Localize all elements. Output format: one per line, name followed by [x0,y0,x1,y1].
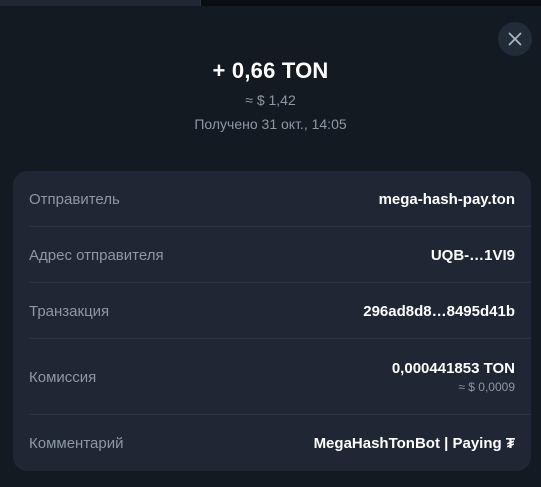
transaction-details-modal: + 0,66 TON ≈ $ 1,42 Получено 31 окт., 14… [0,0,541,487]
comment-row: Комментарий MegaHashTonBot | Paying ₮ [13,415,531,471]
sender-row[interactable]: Отправитель mega-hash-pay.ton [13,171,531,227]
fee-values: 0,000441853 TON ≈ $ 0,0009 [392,360,515,394]
close-icon [508,32,522,46]
fee-row: Комиссия 0,000441853 TON ≈ $ 0,0009 [13,339,531,415]
sender-address-label: Адрес отправителя [29,246,164,264]
transaction-received-date: Получено 31 окт., 14:05 [194,116,347,132]
details-card: Отправитель mega-hash-pay.ton Адрес отпр… [13,171,531,471]
transaction-amount: + 0,66 TON [212,58,329,83]
backdrop-segment [0,0,201,6]
transaction-hash-label: Транзакция [29,302,110,320]
top-backdrop-strip [0,0,541,6]
sender-value[interactable]: mega-hash-pay.ton [379,191,515,208]
transaction-fiat-value: ≈ $ 1,42 [245,92,296,108]
fee-label: Комиссия [29,368,97,386]
sender-label: Отправитель [29,190,120,208]
sender-address-row[interactable]: Адрес отправителя UQB-…1VI9 [13,227,531,283]
fee-fiat-value: ≈ $ 0,0009 [458,380,515,394]
fee-value: 0,000441853 TON [391,360,515,377]
transaction-hash-value[interactable]: 296ad8d8…8495d41b [363,303,515,320]
transaction-summary: + 0,66 TON ≈ $ 1,42 Получено 31 окт., 14… [0,56,541,133]
sender-address-value[interactable]: UQB-…1VI9 [431,247,515,264]
comment-value: MegaHashTonBot | Paying ₮ [313,434,515,452]
close-button[interactable] [498,22,532,56]
comment-label: Комментарий [29,434,124,452]
transaction-hash-row[interactable]: Транзакция 296ad8d8…8495d41b [13,283,531,339]
